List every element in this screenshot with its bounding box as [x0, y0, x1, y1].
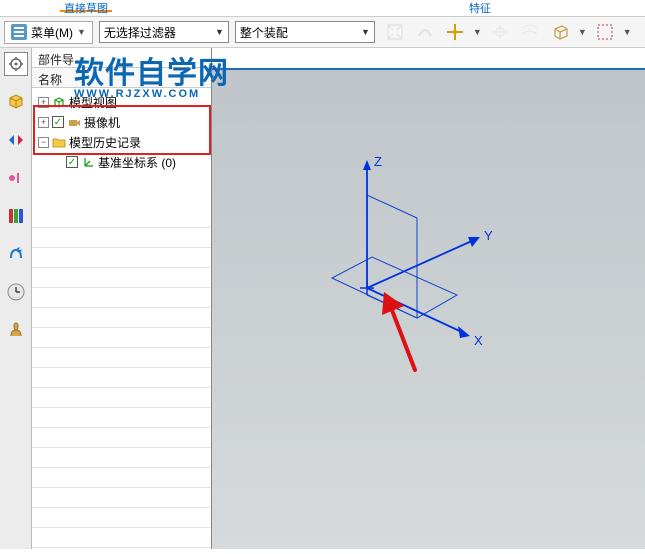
tree-label: 基准坐标系 (0): [98, 154, 176, 171]
expand-icon[interactable]: +: [38, 97, 49, 108]
toolbar-icon-group: ▼ ▼ ▼: [383, 20, 632, 44]
chevron-down-icon: ▼: [77, 27, 86, 37]
box-icon[interactable]: [548, 20, 572, 44]
tree-node-camera[interactable]: + ✓ 摄像机: [32, 112, 211, 132]
expand-icon[interactable]: +: [38, 117, 49, 128]
selection-filter-combo[interactable]: 无选择过滤器 ▼: [99, 21, 229, 43]
chevron-down-icon[interactable]: ▼: [473, 27, 482, 37]
menu-icon: [11, 24, 27, 40]
checkbox-checked-icon[interactable]: ✓: [52, 116, 64, 128]
checkbox-checked-icon[interactable]: ✓: [66, 156, 78, 168]
selection-filter-value: 无选择过滤器: [104, 24, 176, 41]
assembly-navigator-icon[interactable]: [4, 90, 28, 114]
chevron-down-icon[interactable]: ▼: [623, 27, 632, 37]
tree-node-datum-csys[interactable]: ✓ 基准坐标系 (0): [32, 152, 211, 172]
chevron-down-icon[interactable]: ▼: [578, 27, 587, 37]
panel-header: 部件导: [32, 48, 211, 68]
snap-mid-icon[interactable]: [488, 20, 512, 44]
snap-point-icon[interactable]: [443, 20, 467, 44]
empty-list-rows: [32, 208, 211, 549]
tree-node-history[interactable]: − 模型历史记录: [32, 132, 211, 152]
column-header-name[interactable]: 名称: [32, 68, 211, 88]
top-tabs: 直接草图 特征: [0, 0, 645, 12]
main-toolbar: 菜单(M) ▼ 无选择过滤器 ▼ 整个装配 ▼ ▼ ▼: [0, 16, 645, 48]
collapse-icon[interactable]: −: [38, 137, 49, 148]
tab-direct-sketch[interactable]: 直接草图: [60, 0, 112, 12]
camera-icon: [67, 115, 81, 129]
part-navigator-icon[interactable]: [4, 166, 28, 190]
constraint-navigator-icon[interactable]: [4, 128, 28, 152]
assembly-scope-combo[interactable]: 整个装配 ▼: [235, 21, 375, 43]
assembly-scope-value: 整个装配: [240, 24, 288, 41]
red-arrow-annotation: [382, 292, 415, 370]
hd3d-icon[interactable]: [4, 242, 28, 266]
tab-feature[interactable]: 特征: [465, 0, 495, 12]
tree-label: 模型视图: [69, 94, 117, 111]
csys-icon: [81, 155, 95, 169]
tree-node-model-view[interactable]: + 模型视图: [32, 92, 211, 112]
curve-net-icon[interactable]: [518, 20, 542, 44]
roles-icon[interactable]: [4, 318, 28, 342]
select-edge-icon[interactable]: [413, 20, 437, 44]
reuse-library-icon[interactable]: [4, 204, 28, 228]
select-face-icon[interactable]: [383, 20, 407, 44]
cube-green-icon: [52, 95, 66, 109]
history-icon[interactable]: [4, 280, 28, 304]
dashed-box-icon[interactable]: [593, 20, 617, 44]
folder-icon: [52, 135, 66, 149]
part-navigator-panel: 部件导 名称 + 模型视图 + ✓ 摄像机 − 模型历史记录 ✓ 基准坐标系 (…: [32, 48, 212, 549]
axis-z-label: Z: [374, 154, 382, 169]
chevron-down-icon: ▼: [209, 27, 224, 37]
viewport-canvas: Z Y X: [212, 70, 645, 549]
graphics-viewport[interactable]: Z Y X: [212, 70, 645, 549]
tree-label: 摄像机: [84, 114, 120, 131]
settings-icon[interactable]: [4, 52, 28, 76]
model-tree: + 模型视图 + ✓ 摄像机 − 模型历史记录 ✓ 基准坐标系 (0): [32, 88, 211, 176]
menu-button[interactable]: 菜单(M) ▼: [4, 21, 93, 44]
tree-label: 模型历史记录: [69, 134, 141, 151]
axis-x-label: X: [474, 333, 483, 348]
menu-label: 菜单(M): [31, 24, 73, 41]
axis-y-label: Y: [484, 228, 493, 243]
chevron-down-icon: ▼: [355, 27, 370, 37]
left-icon-strip: [0, 48, 32, 549]
